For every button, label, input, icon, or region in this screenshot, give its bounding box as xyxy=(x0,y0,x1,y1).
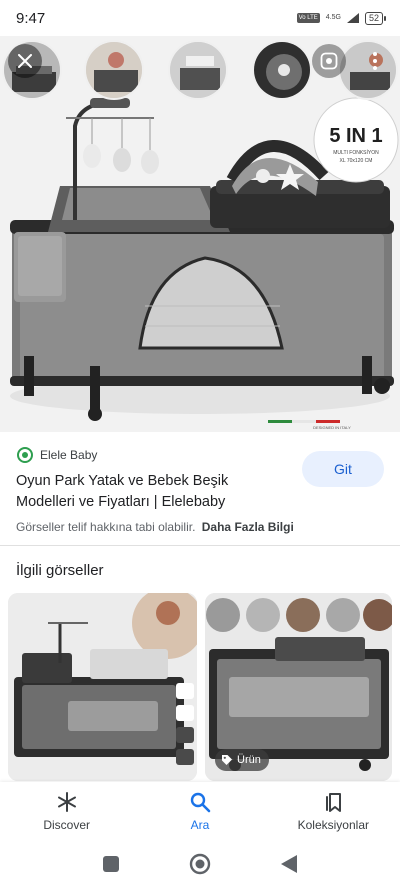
thumbnail[interactable] xyxy=(252,40,312,100)
lens-icon xyxy=(320,52,338,70)
five-in-one-label: 5 IN 1 xyxy=(329,125,382,147)
copyright-notice: Görseller telif hakkına tabi olabilir. D… xyxy=(16,520,294,534)
more-info-link[interactable]: Daha Fazla Bilgi xyxy=(202,520,294,534)
lens-button[interactable] xyxy=(312,44,346,78)
copyright-text: Görseller telif hakkına tabi olabilir. xyxy=(16,520,196,534)
home-icon[interactable] xyxy=(189,853,211,875)
image-viewer[interactable]: 5 IN 1 MULTI FONKSİYON XL 70x120 CM DESI… xyxy=(0,36,400,432)
network-type: 4.5G xyxy=(325,14,341,21)
designed-in-italy-label: DESIGNED IN ITALY xyxy=(313,425,351,430)
size-label: XL 70x120 CM xyxy=(340,158,373,164)
related-image-card[interactable] xyxy=(8,593,197,781)
battery-icon: 52 xyxy=(364,11,386,25)
result-title[interactable]: Oyun Park Yatak ve Bebek Beşik Modelleri… xyxy=(16,471,286,513)
close-icon xyxy=(18,54,32,68)
visit-button[interactable]: Git xyxy=(302,451,384,487)
status-bar: 9:47 Vo LTE 4.5G 52 xyxy=(0,0,400,36)
source-name: Elele Baby xyxy=(40,448,98,462)
nav-search[interactable]: Ara xyxy=(133,782,266,840)
more-vert-icon xyxy=(373,52,377,70)
status-indicators: Vo LTE 4.5G 52 xyxy=(296,11,386,25)
signal-icon xyxy=(346,13,359,23)
related-heading: İlgili görseller xyxy=(16,562,104,579)
battery-level: 52 xyxy=(364,11,383,25)
bottom-navigation: Discover Ara Koleksiyonlar xyxy=(0,782,400,840)
volte-indicator: Vo LTE xyxy=(296,13,320,23)
source-row[interactable]: Elele Baby xyxy=(16,446,97,464)
close-button[interactable] xyxy=(8,44,42,78)
nav-collections[interactable]: Koleksiyonlar xyxy=(267,782,400,840)
tag-icon xyxy=(222,755,232,765)
multi-function-label: MULTI FONKSİYON xyxy=(333,149,379,156)
related-image-card[interactable]: Ürün xyxy=(205,593,392,781)
nav-search-label: Ara xyxy=(190,817,210,832)
source-logo-icon xyxy=(16,446,34,464)
product-badge-label: Ürün xyxy=(237,754,261,766)
nav-collections-label: Koleksiyonlar xyxy=(297,817,369,832)
search-icon xyxy=(190,792,211,812)
bookmarks-icon xyxy=(326,792,342,812)
status-time: 9:47 xyxy=(16,9,46,27)
product-badge: Ürün xyxy=(215,749,269,771)
system-navigation-bar xyxy=(0,840,400,888)
recent-apps-icon[interactable] xyxy=(103,856,119,872)
thumbnail[interactable] xyxy=(168,40,228,100)
asterisk-icon xyxy=(57,791,76,812)
divider xyxy=(0,545,400,546)
nav-discover[interactable]: Discover xyxy=(0,782,133,840)
more-options-button[interactable] xyxy=(358,44,392,78)
thumbnail[interactable] xyxy=(84,40,144,100)
back-icon[interactable] xyxy=(281,855,297,873)
nav-discover-label: Discover xyxy=(43,817,90,832)
